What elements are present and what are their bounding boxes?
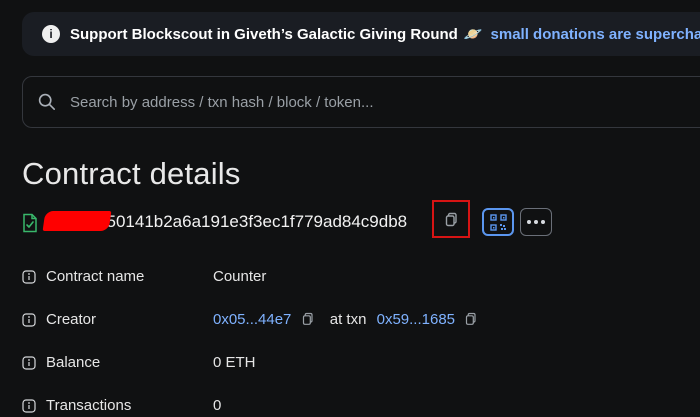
creator-value: 0x05...44e7 at txn 0x59...1685 [213,311,477,328]
search-icon [38,93,56,111]
planet-icon: 🪐 [463,26,483,43]
creation-txn-link[interactable]: 0x59...1685 [377,311,455,328]
qr-code-button[interactable] [482,208,514,236]
creator-address-link[interactable]: 0x05...44e7 [213,311,291,328]
transactions-value: 0 [213,397,222,414]
detail-row-contract-name: Contract name Counter [22,262,700,305]
transactions-label: Transactions [46,397,132,414]
contract-name-value: Counter [213,268,267,285]
info-icon [22,356,36,370]
balance-label: Balance [46,354,101,371]
contract-name-label: Contract name [46,268,145,285]
creator-label: Creator [46,311,97,328]
more-horizontal-icon [527,220,545,224]
detail-row-balance: Balance 0 ETH [22,348,700,391]
detail-row-transactions: Transactions 0 [22,391,700,417]
search-bar[interactable] [22,76,700,128]
txn-prefix: at txn [329,311,367,328]
search-input[interactable] [68,92,700,112]
detail-row-creator: Creator 0x05...44e7 at txn 0x59...1685 [22,305,700,348]
balance-value: 0 ETH [213,354,256,371]
redaction-mark [42,211,112,231]
banner-text: Support Blockscout in Giveth’s Galactic … [70,25,458,43]
info-icon [22,313,36,327]
info-icon [22,399,36,413]
contract-address-row: 0x85b4f50141b2a6a191e3f3ec1f779ad84c9db8 [22,200,700,240]
page-title: Contract details [22,156,241,191]
contract-page: i Support Blockscout in Giveth’s Galacti… [0,0,700,417]
qr-code-icon [489,213,507,231]
contract-details-list: Contract name Counter Creator 0x05...44e… [22,262,700,417]
announcement-banner: i Support Blockscout in Giveth’s Galacti… [22,12,700,56]
copy-icon[interactable] [465,312,477,326]
copy-icon[interactable] [302,312,314,326]
more-actions-button[interactable] [520,208,552,236]
copy-icon [445,212,457,226]
info-icon [22,270,36,284]
contract-icon [23,213,37,233]
info-icon: i [42,25,60,43]
banner-link[interactable]: small donations are supercharged [491,26,700,43]
copy-address-button[interactable] [432,200,470,238]
